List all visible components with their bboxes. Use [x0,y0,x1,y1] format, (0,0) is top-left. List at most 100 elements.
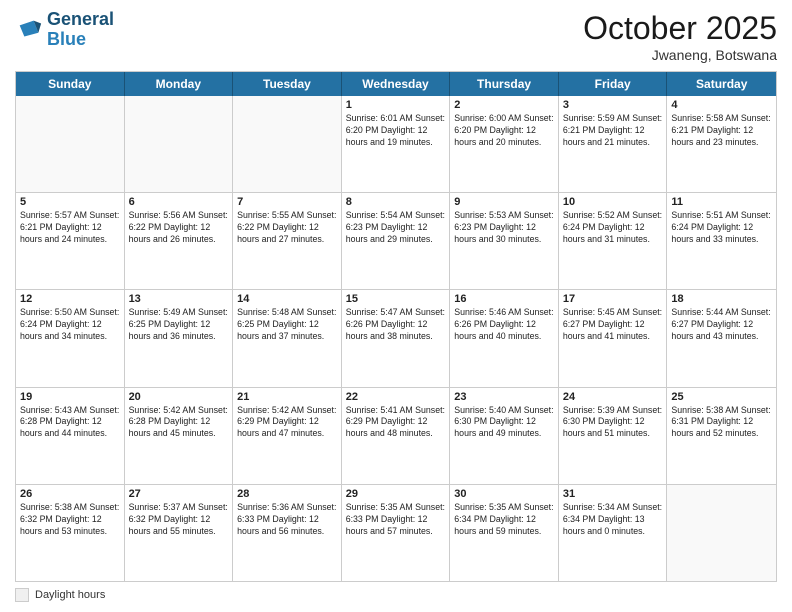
calendar-cell [16,96,125,192]
day-info: Sunrise: 5:45 AM Sunset: 6:27 PM Dayligh… [563,307,663,343]
day-info: Sunrise: 5:39 AM Sunset: 6:30 PM Dayligh… [563,405,663,441]
day-number: 22 [346,391,446,403]
day-info: Sunrise: 5:56 AM Sunset: 6:22 PM Dayligh… [129,210,229,246]
header-day-tuesday: Tuesday [233,72,342,96]
calendar-row-4: 19 Sunrise: 5:43 AM Sunset: 6:28 PM Dayli… [16,387,776,484]
calendar-row-3: 12 Sunrise: 5:50 AM Sunset: 6:24 PM Dayli… [16,289,776,386]
day-number: 12 [20,293,120,305]
calendar-cell: 23Sunrise: 5:40 AM Sunset: 6:30 PM Dayli… [450,388,559,484]
calendar: SundayMondayTuesdayWednesdayThursdayFrid… [15,71,777,582]
calendar-cell: 18Sunrise: 5:44 AM Sunset: 6:27 PM Dayli… [667,290,776,386]
day-number: 21 [237,391,337,403]
calendar-cell: 11 Sunrise: 5:51 AM Sunset: 6:24 PM Dayli… [667,193,776,289]
day-info: Sunrise: 5:38 AM Sunset: 6:31 PM Dayligh… [671,405,772,441]
day-info: Sunrise: 5:38 AM Sunset: 6:32 PM Dayligh… [20,502,120,538]
day-info: Sunrise: 5:58 AM Sunset: 6:21 PM Dayligh… [671,113,772,149]
calendar-cell [125,96,234,192]
calendar-cell: 5 Sunrise: 5:57 AM Sunset: 6:21 PM Daylig… [16,193,125,289]
calendar-body: 1 Sunrise: 6:01 AM Sunset: 6:20 PM Daylig… [16,96,776,581]
day-info: Sunrise: 5:37 AM Sunset: 6:32 PM Dayligh… [129,502,229,538]
day-number: 29 [346,488,446,500]
day-number: 3 [563,99,663,111]
day-number: 28 [237,488,337,500]
calendar-cell: 10Sunrise: 5:52 AM Sunset: 6:24 PM Dayli… [559,193,668,289]
day-number: 20 [129,391,229,403]
day-number: 17 [563,293,663,305]
calendar-cell: 3 Sunrise: 5:59 AM Sunset: 6:21 PM Daylig… [559,96,668,192]
day-number: 5 [20,196,120,208]
calendar-cell: 17 Sunrise: 5:45 AM Sunset: 6:27 PM Dayli… [559,290,668,386]
calendar-cell: 31 Sunrise: 5:34 AM Sunset: 6:34 PM Dayli… [559,485,668,581]
calendar-cell: 7 Sunrise: 5:55 AM Sunset: 6:22 PM Daylig… [233,193,342,289]
day-number: 15 [346,293,446,305]
calendar-cell: 22 Sunrise: 5:41 AM Sunset: 6:29 PM Dayli… [342,388,451,484]
legend-box [15,588,29,602]
legend: Daylight hours [15,588,777,602]
legend-label: Daylight hours [35,589,105,601]
calendar-cell: 26 Sunrise: 5:38 AM Sunset: 6:32 PM Dayli… [16,485,125,581]
header-day-saturday: Saturday [667,72,776,96]
day-info: Sunrise: 5:50 AM Sunset: 6:24 PM Dayligh… [20,307,120,343]
day-number: 14 [237,293,337,305]
day-number: 26 [20,488,120,500]
calendar-cell: 16Sunrise: 5:46 AM Sunset: 6:26 PM Dayli… [450,290,559,386]
calendar-cell: 4Sunrise: 5:58 AM Sunset: 6:21 PM Daylig… [667,96,776,192]
day-number: 31 [563,488,663,500]
day-info: Sunrise: 5:48 AM Sunset: 6:25 PM Dayligh… [237,307,337,343]
day-info: Sunrise: 5:36 AM Sunset: 6:33 PM Dayligh… [237,502,337,538]
month-title: October 2025 [583,10,777,47]
day-info: Sunrise: 6:00 AM Sunset: 6:20 PM Dayligh… [454,113,554,149]
day-info: Sunrise: 5:40 AM Sunset: 6:30 PM Dayligh… [454,405,554,441]
title-block: October 2025 Jwaneng, Botswana [583,10,777,63]
day-info: Sunrise: 5:57 AM Sunset: 6:21 PM Dayligh… [20,210,120,246]
header-day-sunday: Sunday [16,72,125,96]
header-day-friday: Friday [559,72,668,96]
day-number: 13 [129,293,229,305]
calendar-cell: 19 Sunrise: 5:43 AM Sunset: 6:28 PM Dayli… [16,388,125,484]
calendar-cell: 24 Sunrise: 5:39 AM Sunset: 6:30 PM Dayli… [559,388,668,484]
logo-icon [15,16,43,44]
calendar-row-1: 1 Sunrise: 6:01 AM Sunset: 6:20 PM Daylig… [16,96,776,192]
day-number: 7 [237,196,337,208]
calendar-cell: 8 Sunrise: 5:54 AM Sunset: 6:23 PM Daylig… [342,193,451,289]
day-number: 2 [454,99,554,111]
calendar-cell: 9 Sunrise: 5:53 AM Sunset: 6:23 PM Daylig… [450,193,559,289]
day-number: 9 [454,196,554,208]
day-info: Sunrise: 5:59 AM Sunset: 6:21 PM Dayligh… [563,113,663,149]
day-number: 24 [563,391,663,403]
day-number: 25 [671,391,772,403]
day-number: 6 [129,196,229,208]
day-number: 16 [454,293,554,305]
calendar-header: SundayMondayTuesdayWednesdayThursdayFrid… [16,72,776,96]
calendar-cell [667,485,776,581]
day-info: Sunrise: 5:54 AM Sunset: 6:23 PM Dayligh… [346,210,446,246]
day-info: Sunrise: 5:41 AM Sunset: 6:29 PM Dayligh… [346,405,446,441]
header-day-monday: Monday [125,72,234,96]
calendar-cell: 13Sunrise: 5:49 AM Sunset: 6:25 PM Dayli… [125,290,234,386]
day-number: 1 [346,99,446,111]
day-info: Sunrise: 5:51 AM Sunset: 6:24 PM Dayligh… [671,210,772,246]
day-info: Sunrise: 5:42 AM Sunset: 6:29 PM Dayligh… [237,405,337,441]
day-number: 8 [346,196,446,208]
logo-text: General Blue [47,10,114,50]
calendar-cell: 30 Sunrise: 5:35 AM Sunset: 6:34 PM Dayli… [450,485,559,581]
calendar-cell: 27 Sunrise: 5:37 AM Sunset: 6:32 PM Dayli… [125,485,234,581]
calendar-cell: 28 Sunrise: 5:36 AM Sunset: 6:33 PM Dayli… [233,485,342,581]
day-number: 27 [129,488,229,500]
header: General Blue October 2025 Jwaneng, Botsw… [15,10,777,63]
day-info: Sunrise: 5:44 AM Sunset: 6:27 PM Dayligh… [671,307,772,343]
day-info: Sunrise: 5:52 AM Sunset: 6:24 PM Dayligh… [563,210,663,246]
day-info: Sunrise: 5:53 AM Sunset: 6:23 PM Dayligh… [454,210,554,246]
day-number: 30 [454,488,554,500]
day-info: Sunrise: 5:35 AM Sunset: 6:34 PM Dayligh… [454,502,554,538]
day-number: 11 [671,196,772,208]
calendar-cell: 25 Sunrise: 5:38 AM Sunset: 6:31 PM Dayli… [667,388,776,484]
day-info: Sunrise: 5:43 AM Sunset: 6:28 PM Dayligh… [20,405,120,441]
day-info: Sunrise: 5:55 AM Sunset: 6:22 PM Dayligh… [237,210,337,246]
page: General Blue October 2025 Jwaneng, Botsw… [0,0,792,612]
day-info: Sunrise: 5:34 AM Sunset: 6:34 PM Dayligh… [563,502,663,538]
day-info: Sunrise: 6:01 AM Sunset: 6:20 PM Dayligh… [346,113,446,149]
location: Jwaneng, Botswana [583,47,777,63]
day-number: 19 [20,391,120,403]
calendar-cell [233,96,342,192]
